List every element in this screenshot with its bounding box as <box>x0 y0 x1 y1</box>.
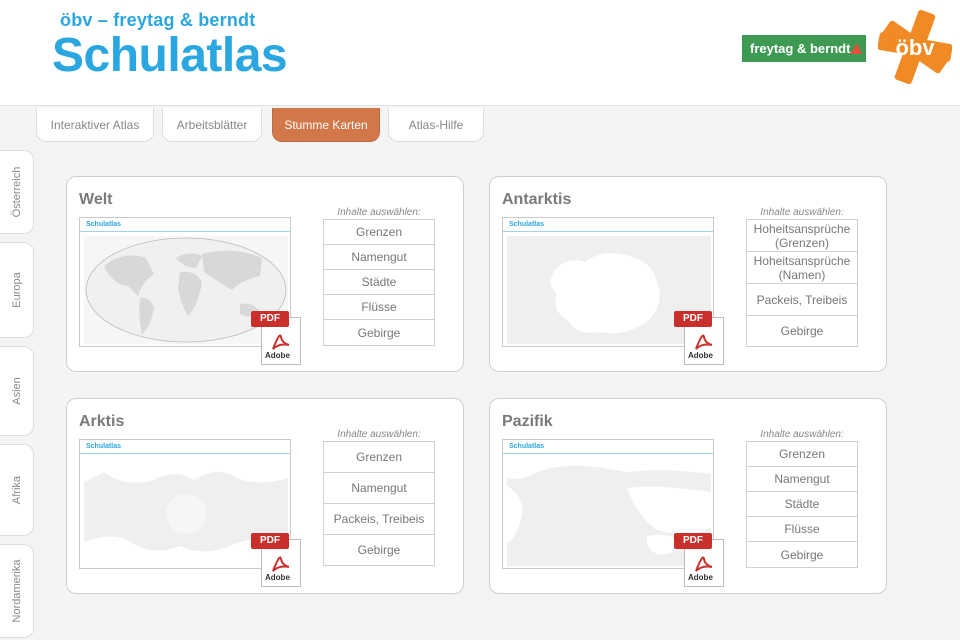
tab-atlas-hilfe[interactable]: Atlas-Hilfe <box>388 108 484 142</box>
side-tab-oesterreich[interactable]: Österreich <box>0 150 34 234</box>
content-options: Grenzen Namengut Packeis, Treibeis Gebir… <box>323 441 435 566</box>
thumbnail-header: Schulatlas <box>80 440 290 454</box>
adobe-acrobat-icon <box>272 556 290 572</box>
obv-logo[interactable]: öbv <box>878 10 952 84</box>
option-namengut[interactable]: Namengut <box>324 473 434 504</box>
pdf-badge: PDF <box>674 311 712 327</box>
content-options: Hoheitsansprüche (Grenzen) Hoheitsansprü… <box>746 219 858 347</box>
side-tab-label: Asien <box>10 377 23 405</box>
thumbnail-header-title: Schulatlas <box>86 443 122 450</box>
pdf-badge: PDF <box>674 533 712 549</box>
option-namengut[interactable]: Namengut <box>747 467 857 492</box>
thumbnail-header-title: Schulatlas <box>86 221 122 228</box>
option-hoheitsansprueche-grenzen[interactable]: Hoheitsansprüche (Grenzen) <box>747 220 857 252</box>
pdf-download-button[interactable]: PDF Adobe <box>251 533 307 589</box>
side-tab-asien[interactable]: Asien <box>0 346 34 436</box>
adobe-label: Adobe <box>265 351 290 360</box>
thumbnail-header: Schulatlas <box>503 218 713 232</box>
side-tab-label: Österreich <box>10 166 23 218</box>
mountain-icon <box>850 43 862 54</box>
option-staedte[interactable]: Städte <box>747 492 857 517</box>
thumbnail-header: Schulatlas <box>503 440 713 454</box>
tab-interaktiver-atlas[interactable]: Interaktiver Atlas <box>36 108 154 142</box>
content-options: Grenzen Namengut Städte Flüsse Gebirge <box>323 219 435 346</box>
option-fluesse[interactable]: Flüsse <box>747 517 857 542</box>
option-grenzen[interactable]: Grenzen <box>747 442 857 467</box>
map-card-arktis: Arktis Schulatlas PDF Adobe Inhalte ausw… <box>66 398 464 594</box>
adobe-label: Adobe <box>688 573 713 582</box>
freytag-berndt-logo[interactable]: freytag & berndt <box>742 35 866 62</box>
pdf-download-button[interactable]: PDF Adobe <box>674 533 730 589</box>
card-title: Antarktis <box>502 191 572 208</box>
option-grenzen[interactable]: Grenzen <box>324 442 434 473</box>
obv-logo-text: öbv <box>895 35 935 60</box>
freytag-berndt-logo-text: freytag & berndt <box>750 41 851 56</box>
side-tab-europa[interactable]: Europa <box>0 242 34 338</box>
thumbnail-header: Schulatlas <box>80 218 290 232</box>
side-tab-afrika[interactable]: Afrika <box>0 444 34 536</box>
select-content-caption: Inhalte auswählen: <box>337 429 421 440</box>
thumbnail-header-title: Schulatlas <box>509 221 545 228</box>
option-packeis-treibeis[interactable]: Packeis, Treibeis <box>747 284 857 316</box>
map-card-antarktis: Antarktis Schulatlas PDF Adobe Inhalte a… <box>489 176 887 372</box>
option-gebirge[interactable]: Gebirge <box>747 542 857 567</box>
tab-stumme-karten[interactable]: Stumme Karten <box>272 108 380 142</box>
select-content-caption: Inhalte auswählen: <box>760 207 844 218</box>
brand-title: Schulatlas <box>52 29 288 82</box>
map-card-pazifik: Pazifik Schulatlas PDF Adobe Inhalte aus… <box>489 398 887 594</box>
adobe-acrobat-icon <box>272 334 290 350</box>
option-grenzen[interactable]: Grenzen <box>324 220 434 245</box>
adobe-label: Adobe <box>688 351 713 360</box>
adobe-acrobat-icon <box>695 334 713 350</box>
card-title: Pazifik <box>502 413 553 430</box>
content-options: Grenzen Namengut Städte Flüsse Gebirge <box>746 441 858 568</box>
option-namengut[interactable]: Namengut <box>324 245 434 270</box>
option-gebirge[interactable]: Gebirge <box>324 320 434 345</box>
option-hoheitsansprueche-namen[interactable]: Hoheitsansprüche (Namen) <box>747 252 857 284</box>
card-title: Welt <box>79 191 113 208</box>
option-fluesse[interactable]: Flüsse <box>324 295 434 320</box>
pdf-badge: PDF <box>251 533 289 549</box>
map-card-welt: Welt Schulatlas PDF Adobe Inhalte auswäh… <box>66 176 464 372</box>
thumbnail-header-title: Schulatlas <box>509 443 545 450</box>
select-content-caption: Inhalte auswählen: <box>760 429 844 440</box>
header: öbv – freytag & berndt Schulatlas freyta… <box>0 0 960 106</box>
adobe-acrobat-icon <box>695 556 713 572</box>
adobe-label: Adobe <box>265 573 290 582</box>
option-gebirge[interactable]: Gebirge <box>747 316 857 346</box>
select-content-caption: Inhalte auswählen: <box>337 207 421 218</box>
side-tab-label: Nordamerika <box>10 559 23 623</box>
card-title: Arktis <box>79 413 125 430</box>
pdf-badge: PDF <box>251 311 289 327</box>
side-tab-label: Europa <box>10 272 23 308</box>
pdf-download-button[interactable]: PDF Adobe <box>674 311 730 367</box>
option-gebirge[interactable]: Gebirge <box>324 535 434 565</box>
option-packeis-treibeis[interactable]: Packeis, Treibeis <box>324 504 434 535</box>
side-tab-nordamerika[interactable]: Nordamerika <box>0 544 34 638</box>
tab-arbeitsblaetter[interactable]: Arbeitsblätter <box>162 108 262 142</box>
side-tab-label: Afrika <box>10 475 23 505</box>
pdf-download-button[interactable]: PDF Adobe <box>251 311 307 367</box>
option-staedte[interactable]: Städte <box>324 270 434 295</box>
